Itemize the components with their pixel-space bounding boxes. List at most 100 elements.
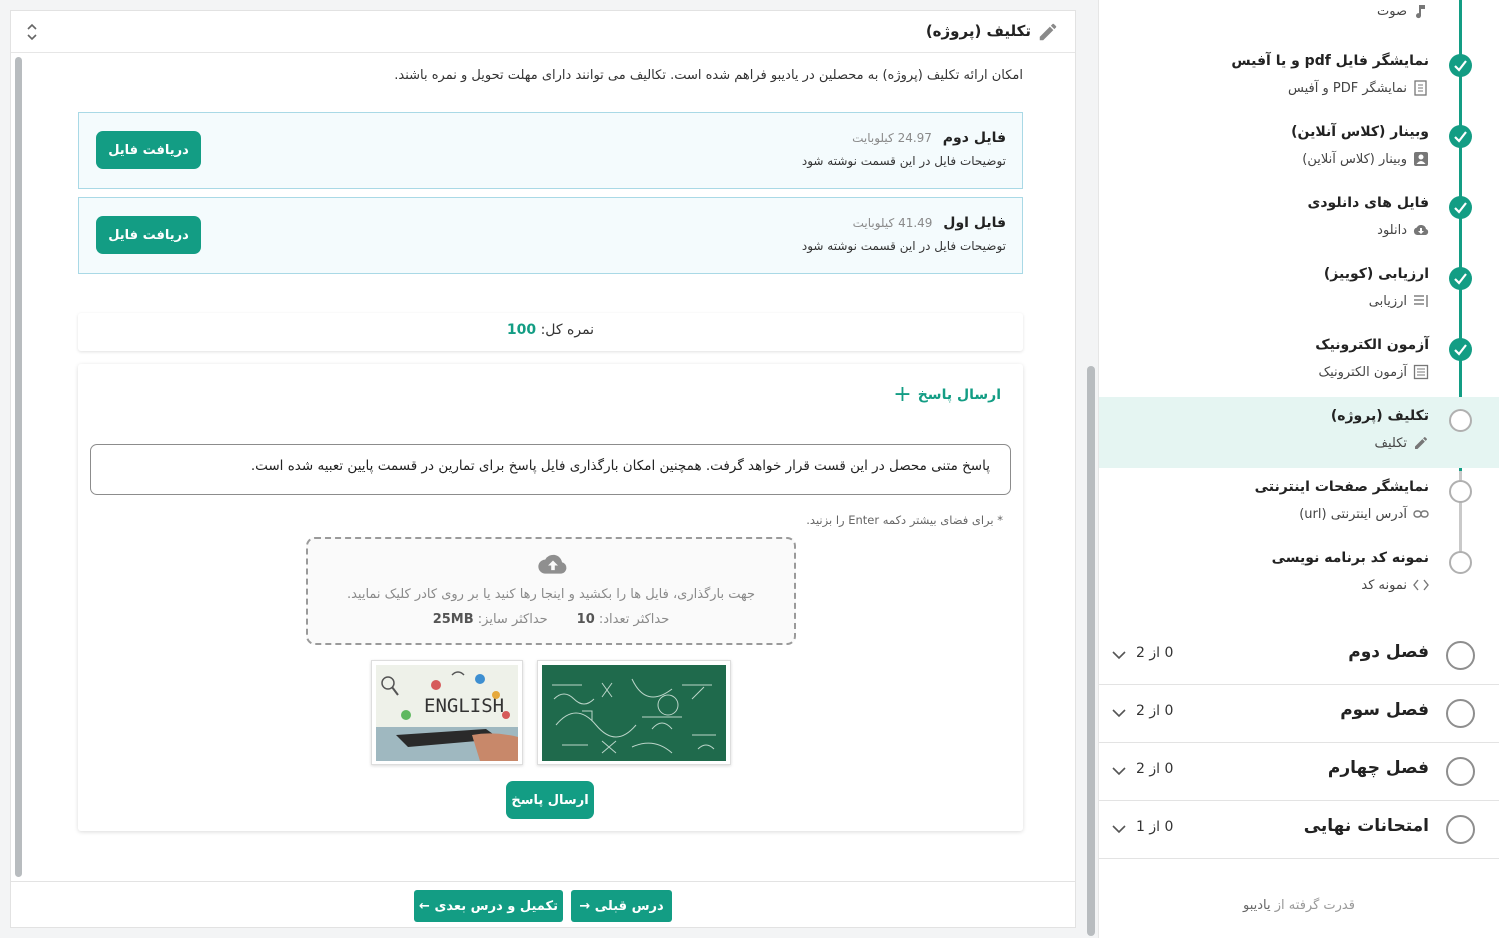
submit-answer-button[interactable]: ارسال پاسخ (506, 781, 594, 819)
next-button-label: تکمیل و درس بعدی (434, 898, 558, 914)
total-score-label: نمره کل: (540, 322, 595, 338)
page-title: تکلیف (پروژه) (925, 22, 1031, 40)
lesson-title: فایل های دانلودی (1307, 195, 1429, 211)
chevron-down-icon[interactable] (1111, 821, 1127, 837)
chapter-title: فصل دوم (1348, 642, 1429, 662)
sidebar-lesson-quiz[interactable]: ارزیابی (کوییز) ارزیابی (1099, 255, 1499, 326)
previous-lesson-button[interactable]: درس قبلی → (571, 890, 672, 922)
content-header: تکلیف (پروژه) (11, 11, 1075, 53)
check-icon (1449, 267, 1472, 290)
lesson-type: آدرس اینترنتی (url) (1299, 506, 1429, 522)
math-board-image (542, 665, 726, 761)
file-dropzone[interactable]: جهت بارگذاری، فایل ها را بکشید و اینجا ر… (306, 537, 796, 645)
sidebar-lesson-downloads[interactable]: فایل های دانلودی دانلود (1099, 184, 1499, 255)
incomplete-circle-icon (1449, 480, 1472, 503)
assignment-description: امکان ارائه تکلیف (پروژه) به محصلین در ی… (394, 68, 1023, 83)
chevron-down-icon[interactable] (1111, 763, 1127, 779)
lesson-type: تکلیف (1375, 435, 1429, 451)
lesson-type-label: صوت (1377, 3, 1407, 19)
lesson-type-label: آدرس اینترنتی (url) (1299, 506, 1407, 522)
enter-hint: * برای فضای بیشتر دکمه Enter را بزنید. (806, 513, 1003, 527)
pencil-icon (1415, 436, 1428, 449)
plus-icon: + (893, 382, 912, 407)
incomplete-circle-icon (1449, 409, 1472, 432)
max-count-value: 10 (576, 612, 595, 627)
english-image: ENGLISH (376, 665, 518, 761)
sidebar-chapter[interactable]: امتحانات نهایی 0 از 1 (1099, 801, 1499, 859)
chapter-progress-count: 0 از 2 (1136, 645, 1174, 661)
list-icon (1414, 295, 1428, 307)
download-file-button[interactable]: دریافت فایل (96, 131, 201, 169)
chapter-progress-count: 0 از 1 (1136, 819, 1174, 835)
send-answer-label: ارسال پاسخ (917, 387, 1001, 403)
download-file-button[interactable]: دریافت فایل (96, 216, 201, 254)
lesson-title: نمونه کد برنامه نویسی (1271, 550, 1429, 566)
lesson-type-label: وبینار (کلاس آنلاین) (1302, 151, 1407, 167)
total-score-value: 100 (506, 322, 537, 338)
course-sidebar: صوت نمایشگر فایل pdf و یا آفیس نمایشگر P… (1098, 0, 1500, 938)
arrow-right-icon: → (579, 898, 591, 914)
lesson-type: دانلود (1377, 222, 1429, 238)
lesson-title: ارزیابی (کوییز) (1323, 266, 1429, 282)
complete-next-lesson-button[interactable]: تکمیل و درس بعدی ← (414, 890, 563, 922)
sidebar-chapter[interactable]: فصل چهارم 0 از 2 (1099, 743, 1499, 801)
lesson-navigation: تکمیل و درس بعدی ← درس قبلی → (11, 881, 1075, 929)
lesson-type: ارزیابی (1369, 293, 1429, 309)
file-description: توضیحات فایل در این قسمت نوشته شود (801, 239, 1006, 253)
uploaded-image-thumbnail[interactable]: ENGLISH (371, 660, 523, 765)
uploaded-image-thumbnail[interactable] (537, 660, 731, 765)
dropzone-limits: حداکثر تعداد: 10 حداکثر سایز: 25MB (308, 612, 794, 627)
powered-by-label: قدرت گرفته از (1274, 898, 1355, 913)
lesson-type-label: نمونه کد (1361, 577, 1407, 593)
brand-link[interactable]: یادیبو (1243, 898, 1271, 913)
content-scrollbar[interactable] (15, 57, 22, 877)
lesson-type: صوت (1377, 3, 1429, 19)
cloud-upload-icon (538, 554, 567, 574)
sidebar-lesson-exam[interactable]: آزمون الکترونیک آزمون الکترونیک (1099, 326, 1499, 397)
dropzone-instructions: جهت بارگذاری، فایل ها را بکشید و اینجا ر… (346, 587, 756, 602)
expand-collapse-icon[interactable] (25, 21, 39, 43)
lesson-title: نمایشگر صفحات اینترنتی (1254, 479, 1429, 495)
sidebar-lesson-pdf[interactable]: نمایشگر فایل pdf و یا آفیس نمایشگر PDF و… (1099, 42, 1499, 113)
answer-textarea[interactable]: پاسخ متنی محصل در این قست قرار خواهد گرف… (90, 444, 1011, 495)
send-answer-toggle[interactable]: ارسال پاسخ + (893, 382, 1001, 407)
arrow-left-icon: ← (419, 898, 430, 914)
chapter-progress-count: 0 از 2 (1136, 703, 1174, 719)
attachment-file-box: فایل اول 41.49 کیلوبایت توضیحات فایل در … (78, 197, 1023, 274)
chapter-title: امتحانات نهایی (1303, 816, 1429, 836)
lesson-type-label: دانلود (1377, 222, 1407, 238)
sidebar-lesson-audio[interactable]: صوت (1099, 0, 1499, 36)
lesson-type: نمایشگر PDF و آفیس (1288, 80, 1429, 96)
exam-icon (1413, 364, 1429, 380)
file-size: 41.49 کیلوبایت (852, 216, 933, 230)
sidebar-lesson-webinar[interactable]: وبینار (کلاس آنلاین) وبینار (کلاس آنلاین… (1099, 113, 1499, 184)
sidebar-chapter[interactable]: فصل سوم 0 از 2 (1099, 685, 1499, 743)
chapter-progress-circle-icon (1446, 815, 1475, 844)
thumbnail-text: ENGLISH (424, 695, 504, 717)
code-icon (1413, 579, 1429, 591)
chevron-down-icon[interactable] (1111, 647, 1127, 663)
chapter-progress-count: 0 از 2 (1136, 761, 1174, 777)
sidebar-chapter[interactable]: فصل دوم 0 از 2 (1099, 627, 1499, 685)
lesson-type-label: تکلیف (1374, 435, 1407, 451)
max-size-label: حداکثر سایز: (477, 612, 548, 627)
lesson-type-label: نمایشگر PDF و آفیس (1288, 80, 1407, 96)
lesson-title: تکلیف (پروژه) (1330, 408, 1429, 424)
max-count-label: حداکثر تعداد: (598, 612, 670, 627)
chapter-progress-circle-icon (1446, 757, 1475, 786)
lesson-type: نمونه کد (1361, 577, 1429, 593)
chevron-down-icon[interactable] (1111, 705, 1127, 721)
sidebar-lesson-assignment[interactable]: تکلیف (پروژه) تکلیف (1099, 397, 1499, 468)
document-icon (1414, 80, 1427, 96)
chapter-title: فصل سوم (1340, 700, 1429, 720)
sidebar-lesson-code-sample[interactable]: نمونه کد برنامه نویسی نمونه کد (1099, 539, 1499, 610)
sidebar-lesson-web-viewer[interactable]: نمایشگر صفحات اینترنتی آدرس اینترنتی (ur… (1099, 468, 1499, 539)
page-scrollbar[interactable] (1087, 366, 1095, 936)
powered-by-footer: قدرت گرفته از یادیبو (1099, 898, 1499, 913)
prev-button-label: درس قبلی (594, 898, 664, 914)
file-title: فایل اول 41.49 کیلوبایت (853, 215, 1006, 231)
lesson-title: وبینار (کلاس آنلاین) (1291, 124, 1429, 140)
pencil-icon (1039, 23, 1057, 41)
file-name: فایل دوم (942, 130, 1006, 146)
incomplete-circle-icon (1449, 551, 1472, 574)
